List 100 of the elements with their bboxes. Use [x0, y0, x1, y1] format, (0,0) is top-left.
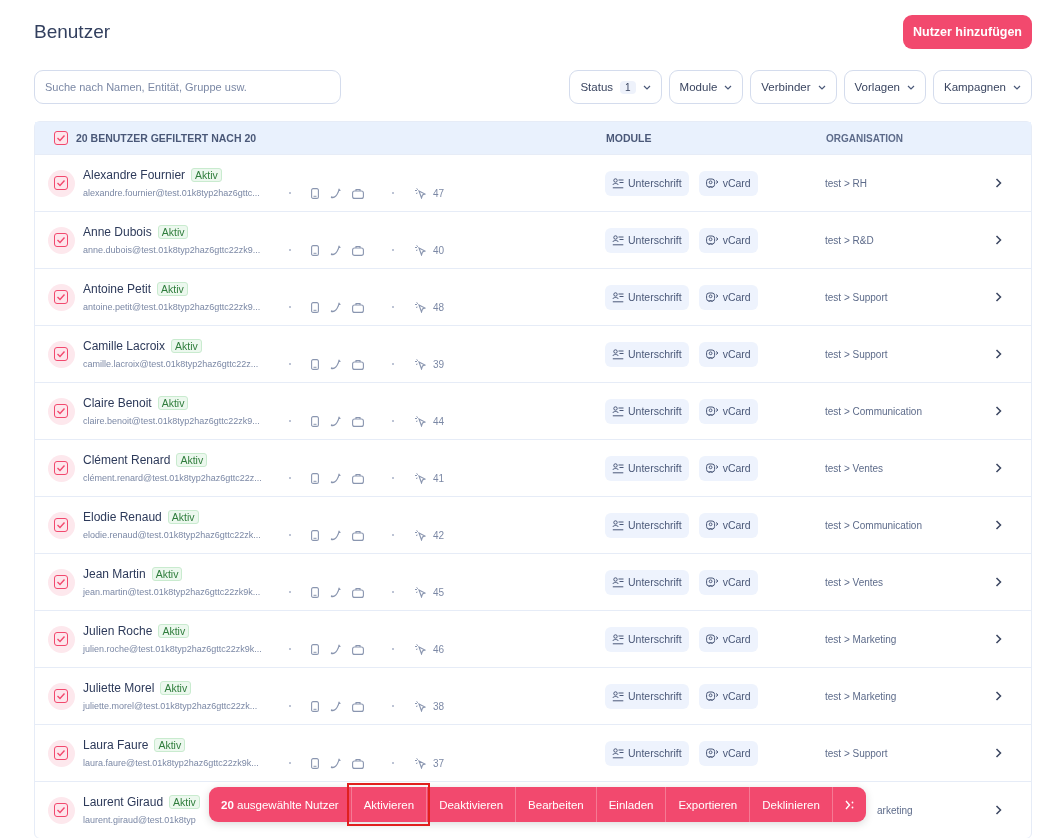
user-name[interactable]: Julien Roche — [83, 623, 153, 638]
chevron-right-icon[interactable] — [995, 577, 1002, 587]
contact-card-icon — [705, 234, 719, 246]
signature-icon — [612, 291, 624, 303]
user-email: elodie.renaud@test.01k8typ2haz6gttc22zk... — [83, 530, 262, 540]
status-badge: Aktiv — [167, 509, 199, 524]
cursor-click-icon — [414, 586, 426, 598]
phone-icon — [330, 472, 341, 484]
user-email: julien.roche@test.01k8typ2haz6gttc22zk9k... — [83, 644, 263, 654]
checkmark-icon — [56, 350, 66, 358]
bulk-action-button[interactable]: Exportieren — [665, 787, 750, 822]
status-badge: Aktiv — [191, 167, 222, 182]
status-badge: Aktiv — [171, 338, 202, 353]
filter-dropdown[interactable]: Module — [668, 70, 744, 104]
contact-card-icon — [705, 405, 719, 417]
user-name[interactable]: Antoine Petit — [83, 281, 152, 296]
page-title: Benutzer — [34, 21, 111, 43]
user-name[interactable]: Juliette Morel — [83, 680, 155, 695]
organisation-path: test > Support — [825, 291, 888, 303]
row-checkbox[interactable] — [54, 347, 68, 361]
add-user-button[interactable]: Nutzer hinzufügen — [903, 15, 1032, 49]
phone-icon — [330, 643, 341, 655]
bulk-action-button[interactable]: Deklinieren — [749, 787, 832, 822]
user-name[interactable]: Clément Renard — [83, 452, 171, 467]
checkmark-icon — [55, 134, 66, 142]
row-checkbox[interactable] — [54, 803, 68, 817]
user-name[interactable]: Jean Martin — [83, 566, 146, 581]
phone-icon — [330, 301, 341, 313]
module-tag: vCard — [698, 626, 758, 652]
chevron-right-icon[interactable] — [995, 292, 1002, 302]
chevron-right-icon[interactable] — [995, 406, 1002, 416]
filter-dropdown[interactable]: Vorlagen — [843, 70, 926, 104]
filter-dropdown[interactable]: Verbinder — [750, 70, 837, 104]
chevron-right-icon[interactable] — [995, 235, 1002, 245]
click-count: 47 — [433, 187, 445, 199]
module-tag: vCard — [698, 512, 758, 538]
briefcase-icon — [352, 472, 364, 484]
module-tag: Unterschrift — [605, 284, 689, 310]
user-name[interactable]: Anne Dubois — [83, 224, 152, 239]
user-name[interactable]: Alexandre Fournier — [83, 167, 186, 182]
user-name[interactable]: Laurent Giraud — [83, 795, 164, 809]
bulk-action-button[interactable]: Bearbeiten — [515, 787, 596, 822]
bulk-action-button[interactable]: Deaktivieren — [426, 787, 516, 822]
chevron-right-icon[interactable] — [995, 178, 1002, 188]
user-name[interactable]: Claire Benoit — [83, 395, 152, 410]
chevron-down-icon — [817, 84, 826, 90]
row-checkbox[interactable] — [54, 689, 68, 703]
module-tag: vCard — [698, 455, 758, 481]
user-email: anne.dubois@test.01k8typ2haz6gttc22zk9... — [83, 245, 262, 255]
selection-count: 20 ausgewählte Nutzer — [220, 798, 340, 811]
organisation-path: arketing — [877, 804, 913, 816]
filter-dropdown[interactable]: Status 1 — [569, 70, 662, 104]
column-header: ORGANISATION — [826, 132, 905, 144]
briefcase-icon — [352, 643, 364, 655]
table-summary: 20 BENUTZER GEFILTERT NACH 20 — [76, 132, 258, 144]
contact-card-icon — [705, 462, 719, 474]
chevron-right-icon[interactable] — [995, 463, 1002, 473]
row-checkbox[interactable] — [54, 746, 68, 760]
row-checkbox[interactable] — [54, 176, 68, 190]
row-checkbox[interactable] — [54, 233, 68, 247]
chevron-right-icon[interactable] — [995, 691, 1002, 701]
chevron-down-icon — [906, 84, 915, 90]
briefcase-icon — [352, 529, 364, 541]
column-header: MODULE — [606, 132, 653, 144]
row-checkbox[interactable] — [54, 575, 68, 589]
signature-icon — [612, 519, 624, 531]
chevron-down-icon — [642, 84, 651, 90]
click-count: 40 — [433, 244, 445, 256]
chevron-right-icon[interactable] — [995, 805, 1002, 815]
checkmark-icon — [56, 749, 66, 757]
checkmark-icon — [56, 407, 66, 415]
cursor-click-icon — [414, 244, 426, 256]
module-tag: vCard — [698, 398, 758, 424]
mobile-phone-icon — [311, 415, 319, 427]
select-all-checkbox[interactable] — [53, 131, 68, 145]
checkmark-icon — [56, 464, 66, 472]
user-name[interactable]: Elodie Renaud — [83, 509, 162, 524]
cursor-click-icon — [414, 529, 426, 541]
row-checkbox[interactable] — [54, 461, 68, 475]
row-checkbox[interactable] — [54, 632, 68, 646]
chevron-right-icon[interactable] — [995, 634, 1002, 644]
module-tag: Unterschrift — [605, 512, 689, 538]
phone-icon — [330, 187, 341, 199]
user-name[interactable]: Camille Lacroix — [83, 338, 166, 353]
filter-dropdown[interactable]: Kampagnen — [932, 70, 1032, 104]
row-checkbox[interactable] — [54, 404, 68, 418]
chevron-right-icon[interactable] — [995, 748, 1002, 758]
mobile-phone-icon — [311, 643, 319, 655]
chevron-down-icon — [1013, 84, 1021, 90]
more-actions-icon[interactable] — [844, 799, 854, 810]
chevron-right-icon[interactable] — [995, 349, 1002, 359]
contact-card-icon — [705, 291, 719, 303]
row-checkbox[interactable] — [54, 290, 68, 304]
search-field[interactable]: Suche nach Namen, Entität, Gruppe usw. — [34, 70, 341, 104]
chevron-right-icon[interactable] — [995, 520, 1002, 530]
row-checkbox[interactable] — [54, 518, 68, 532]
status-badge: Aktiv — [157, 281, 188, 296]
bulk-action-button[interactable]: Einladen — [595, 787, 666, 822]
signature-icon — [612, 690, 624, 702]
user-name[interactable]: Laura Faure — [83, 737, 149, 752]
